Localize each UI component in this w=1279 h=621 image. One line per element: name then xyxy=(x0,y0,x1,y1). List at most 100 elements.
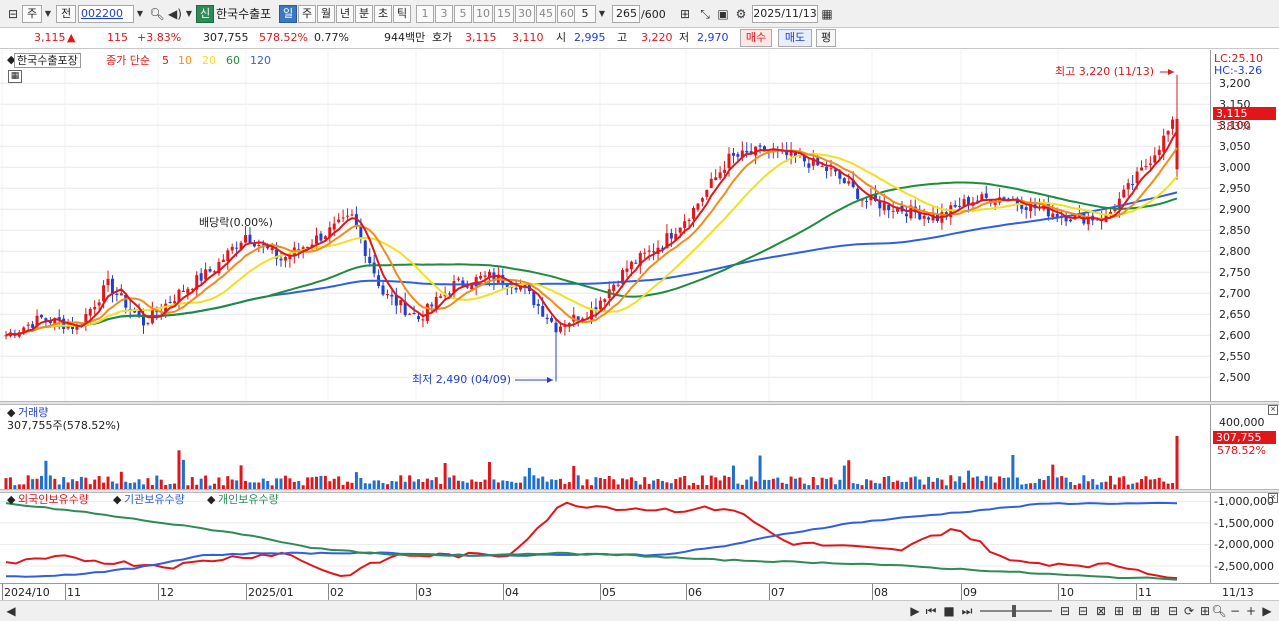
calendar-icon[interactable]: ▦ xyxy=(818,5,836,23)
interval-button-15[interactable]: 15 xyxy=(494,5,514,23)
speaker-icon[interactable]: ◀) xyxy=(166,5,184,23)
volume-tag-pct: 578.52% xyxy=(1217,444,1266,457)
date-label: 03 xyxy=(418,586,432,599)
legend-2[interactable]: 개인보유수량 xyxy=(218,493,279,506)
zoom-slider-handle[interactable] xyxy=(1012,605,1016,617)
scroll-right-icon[interactable]: ▶ xyxy=(1258,602,1276,620)
dividend-annotation: 배당락(0.00%) xyxy=(199,216,273,229)
interval-button-5[interactable]: 5 xyxy=(454,5,472,23)
scroll-left-icon[interactable]: ◀ xyxy=(2,602,20,620)
candle xyxy=(479,276,483,279)
volume-bar xyxy=(359,478,363,489)
layout-icon-1[interactable]: ⊟ xyxy=(1056,602,1074,620)
period-tab-1[interactable]: 주 xyxy=(298,5,316,23)
volume-bar xyxy=(1082,475,1086,489)
volume-bar xyxy=(758,455,762,489)
interval-button-1[interactable]: 1 xyxy=(416,5,434,23)
chevron-down-icon[interactable]: ▼ xyxy=(42,5,54,23)
ma-legend-60[interactable]: 60 xyxy=(226,54,240,67)
buy-button[interactable]: 매수 xyxy=(740,29,772,47)
volume-bar xyxy=(408,475,412,489)
date-tick xyxy=(503,584,504,600)
low-annotation: 최저 2,490 (04/09) xyxy=(412,373,512,386)
interval-button-45[interactable]: 45 xyxy=(536,5,556,23)
rewind-icon[interactable]: ⏮ xyxy=(922,602,940,620)
candle xyxy=(856,188,860,200)
chart-settings-icon[interactable]: ⊞ xyxy=(676,5,694,23)
period-tab-0[interactable]: 일 xyxy=(279,5,297,23)
volume-bar xyxy=(727,476,731,489)
legend-1[interactable]: 기관보유수량 xyxy=(124,493,185,506)
panel-close-icon-2[interactable]: × xyxy=(1268,493,1278,503)
volume-bar xyxy=(532,475,536,489)
price-tick: 2,500 xyxy=(1219,371,1251,385)
prev-button[interactable]: 전 xyxy=(56,5,76,23)
search-icon[interactable]: 🔍︎ xyxy=(148,5,166,23)
candle xyxy=(718,172,722,179)
save-icon[interactable]: ▣ xyxy=(714,5,732,23)
volume-bar xyxy=(505,480,509,489)
volume-bar xyxy=(984,475,988,489)
price-panel-title[interactable]: 한국수출포장 xyxy=(14,53,81,68)
period-tab-2[interactable]: 월 xyxy=(317,5,335,23)
volume-bar xyxy=(660,480,664,489)
volume-bar xyxy=(585,479,589,489)
bid-price: 3,110 xyxy=(512,31,544,44)
candle xyxy=(687,219,691,221)
volume-chart[interactable] xyxy=(0,405,1210,490)
volume-bar xyxy=(554,479,558,489)
date-end: 11/13 xyxy=(1222,586,1254,599)
code-dropdown-icon[interactable]: ▼ xyxy=(134,5,146,23)
zoom-slider[interactable] xyxy=(980,610,1052,612)
interval-button-30[interactable]: 30 xyxy=(515,5,535,23)
speaker-dropdown-icon[interactable]: ▼ xyxy=(184,5,194,23)
interval-value[interactable]: 5 xyxy=(574,5,596,23)
volume-bar xyxy=(940,479,944,489)
ma-legend-10[interactable]: 10 xyxy=(178,54,192,67)
volume-bar xyxy=(643,477,647,489)
date-input[interactable]: 2025/11/13 xyxy=(752,5,818,23)
period-select[interactable]: 주 xyxy=(22,5,42,23)
interval-button-10[interactable]: 10 xyxy=(473,5,493,23)
period-tab-6[interactable]: 틱 xyxy=(393,5,411,23)
volume-bar xyxy=(377,480,381,489)
draw-tool-icon[interactable]: ⤡ xyxy=(696,5,714,23)
volume-bar xyxy=(718,480,722,489)
interval-dropdown-icon[interactable]: ▼ xyxy=(596,5,608,23)
layout-icon-3[interactable]: ⊠ xyxy=(1092,602,1110,620)
gear-icon[interactable]: ⚙ xyxy=(732,5,750,23)
volume-bar xyxy=(137,479,141,489)
period-tab-4[interactable]: 분 xyxy=(355,5,373,23)
panel-close-icon[interactable]: × xyxy=(1268,405,1278,415)
volume-bar xyxy=(226,476,230,489)
count-input[interactable]: 265 xyxy=(612,5,640,23)
window-icon[interactable]: ⊟ xyxy=(4,5,22,23)
period-tab-3[interactable]: 년 xyxy=(336,5,354,23)
candle xyxy=(115,293,119,295)
ma-legend-20[interactable]: 20 xyxy=(202,54,216,67)
volume-bar xyxy=(79,476,83,489)
price-chart[interactable] xyxy=(0,50,1210,402)
layout-icon-4[interactable]: ⊞ xyxy=(1110,602,1128,620)
low-arrow-head xyxy=(547,377,554,383)
candle xyxy=(248,234,252,243)
table-icon[interactable]: ▦ xyxy=(8,70,22,83)
eval-button[interactable]: 평 xyxy=(816,29,836,47)
layout-icon-2[interactable]: ⊟ xyxy=(1074,602,1092,620)
stop-icon[interactable]: ■ xyxy=(940,602,958,620)
stock-code-input[interactable]: 002200 xyxy=(78,5,134,23)
sell-button[interactable]: 매도 xyxy=(778,29,812,47)
ma-legend-120[interactable]: 120 xyxy=(250,54,271,67)
volume-bar xyxy=(106,476,110,489)
legend-0[interactable]: 외국인보유수량 xyxy=(18,493,89,506)
ma-legend-5[interactable]: 5 xyxy=(162,54,169,67)
layout-icon-6[interactable]: ⊞ xyxy=(1146,602,1164,620)
period-tab-5[interactable]: 초 xyxy=(374,5,392,23)
volume-bar xyxy=(372,480,376,489)
volume-bar xyxy=(399,475,403,489)
layout-icon-5[interactable]: ⊞ xyxy=(1128,602,1146,620)
holding-chart[interactable] xyxy=(0,493,1210,583)
candle xyxy=(88,308,92,316)
interval-button-3[interactable]: 3 xyxy=(435,5,453,23)
forward-icon[interactable]: ⏭ xyxy=(958,602,976,620)
